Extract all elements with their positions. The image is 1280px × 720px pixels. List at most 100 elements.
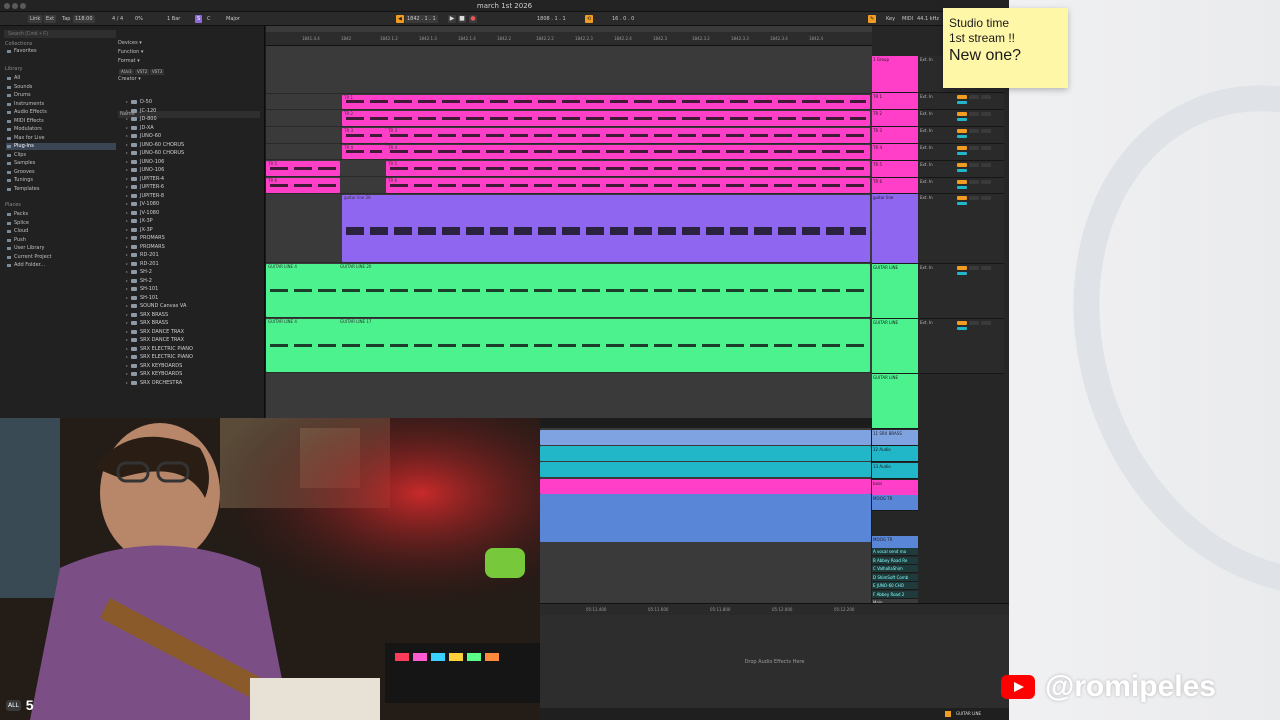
arm-button[interactable] (981, 266, 991, 270)
library-item[interactable]: Clips (6, 152, 116, 159)
volume-field[interactable] (957, 202, 967, 205)
audio-clip[interactable]: guitar line 26 (342, 195, 870, 262)
volume-field[interactable] (957, 135, 967, 138)
solo-button[interactable] (969, 266, 979, 270)
return-track-header[interactable]: B Abbey Road Re (872, 556, 918, 565)
plugin-list-item[interactable]: SRX ORCHESTRA (126, 379, 182, 387)
filter-devices[interactable]: Devices ▾ (118, 40, 142, 47)
library-item[interactable]: Modulators (6, 126, 116, 133)
plugin-list-item[interactable]: D-50 (126, 98, 152, 106)
audio-clip[interactable]: GUITAR LINE 4 (266, 264, 340, 317)
plugin-list-item[interactable]: PROMARS (126, 243, 165, 251)
plugin-list-item[interactable]: SH-2 (126, 277, 152, 285)
volume-field[interactable] (957, 118, 967, 121)
library-item[interactable]: MIDI Effects (6, 118, 116, 125)
places-item[interactable]: Cloud (6, 228, 116, 235)
loop-start[interactable]: 1808 . 1 . 1 (535, 15, 568, 23)
solo-button[interactable] (969, 112, 979, 116)
arm-button[interactable] (981, 95, 991, 99)
plugin-list-item[interactable]: JUNO-106 (126, 166, 164, 174)
track-activator-button[interactable] (957, 112, 967, 116)
return-track-header[interactable]: A vocal send ma (872, 548, 918, 556)
places-item[interactable]: User Library (6, 245, 116, 252)
track-header[interactable]: 1 Group (872, 56, 918, 93)
library-item[interactable]: Instruments (6, 101, 116, 108)
track-activator-button[interactable] (957, 95, 967, 99)
track-header[interactable]: MOOG TR (872, 495, 918, 511)
solo-button[interactable] (969, 129, 979, 133)
play-icon[interactable]: ▶ (448, 15, 456, 23)
audio-clip[interactable]: TR 1 (342, 95, 870, 109)
arrangement-track[interactable] (266, 46, 872, 94)
plugin-list-item[interactable]: RD-201 (126, 260, 159, 268)
library-item[interactable]: Sounds (6, 84, 116, 91)
filter-function[interactable]: Function ▾ (118, 49, 143, 56)
plugin-list-item[interactable]: JC-120 (126, 107, 156, 115)
library-item[interactable]: Grooves (6, 169, 116, 176)
audio-clip[interactable] (540, 446, 871, 461)
audio-clip[interactable] (540, 494, 871, 542)
track-header[interactable]: TR 1 (872, 93, 918, 110)
plugin-list-item[interactable]: JD-800 (126, 115, 157, 123)
track-header[interactable]: GUITAR LINE (872, 264, 918, 319)
audio-clip[interactable]: TR 2 (342, 111, 870, 126)
arm-button[interactable] (981, 163, 991, 167)
plugin-list-item[interactable]: SRX DANCE TRAX (126, 336, 184, 344)
track-activator-button[interactable] (957, 196, 967, 200)
plugin-list-item[interactable]: SRX DANCE TRAX (126, 328, 184, 336)
track-header[interactable]: GUITAR LINE (872, 319, 918, 374)
time-ruler[interactable]: 05:11.400 05:11.600 05:11.800 05:12.000 05:1… (540, 603, 1009, 615)
scale-mode[interactable]: Major (224, 15, 242, 23)
browser-search-input[interactable] (4, 30, 116, 38)
plugin-list-item[interactable]: SRX ELECTRIC PIANO (126, 353, 193, 361)
audio-clip[interactable]: GUITAR LINE 17 (338, 319, 870, 372)
audio-clip[interactable]: TR 4 (342, 145, 386, 159)
plugin-list-item[interactable]: JV-1080 (126, 209, 159, 217)
solo-button[interactable] (969, 321, 979, 325)
plugin-list-item[interactable]: SOUND Canvas VA (126, 302, 186, 310)
key-map-toggle[interactable]: ✎ (868, 15, 877, 23)
library-item[interactable]: Drums (6, 92, 116, 99)
volume-field[interactable] (957, 101, 967, 104)
audio-clip[interactable]: GUITAR LINE 4 (266, 319, 340, 372)
time-signature[interactable]: 4 / 4 (110, 15, 125, 23)
plugin-list-item[interactable]: SRX BRASS (126, 319, 168, 327)
arrangement-track[interactable]: TR 2 (266, 110, 872, 127)
return-track-header[interactable]: D ShimSoft Comb (872, 573, 918, 582)
arrangement-track[interactable]: TR 5 TR 5 (266, 160, 872, 177)
audio-clip[interactable]: TR 3 (386, 128, 870, 143)
record-icon[interactable]: ● (469, 15, 477, 23)
track-header[interactable]: TR 6 (872, 178, 918, 194)
library-item[interactable]: Max for Live (6, 135, 116, 142)
arm-button[interactable] (981, 321, 991, 325)
audio-clip[interactable] (540, 479, 871, 494)
track-header[interactable]: guitar line (872, 194, 918, 264)
filter-creator[interactable]: Creator ▾ (118, 76, 141, 83)
track-activator-button[interactable] (957, 321, 967, 325)
arm-button[interactable] (981, 180, 991, 184)
places-item[interactable]: Push (6, 237, 116, 244)
arrangement-track[interactable]: GUITAR LINE 4 GUITAR LINE 20 (266, 263, 872, 318)
plugin-list-item[interactable]: SRX ELECTRIC PIANO (126, 345, 193, 353)
library-item[interactable]: All (6, 75, 116, 82)
track-header[interactable]: 11 SRX BRASS (872, 430, 918, 446)
link-button[interactable]: Link (28, 15, 43, 23)
format-auv3[interactable]: AUv3 (119, 69, 134, 75)
return-track-header[interactable]: F Abbey Road 2 (872, 590, 918, 599)
library-item[interactable]: Tunings (6, 177, 116, 184)
collection-favorites[interactable]: Favorites (6, 48, 116, 55)
track-header[interactable]: TR 4 (872, 144, 918, 161)
solo-button[interactable] (969, 196, 979, 200)
library-item[interactable]: Templates (6, 186, 116, 193)
solo-button[interactable] (969, 146, 979, 150)
audio-clip[interactable] (540, 430, 871, 445)
arrangement-track[interactable]: TR 3 TR 3 (266, 127, 872, 144)
library-item[interactable]: Audio Effects (6, 109, 116, 116)
audio-clip[interactable]: TR 5 (266, 161, 340, 176)
volume-field[interactable] (957, 327, 967, 330)
arrangement-position[interactable]: 1842 . 1 . 1 (405, 15, 438, 23)
plugin-list-item[interactable]: RD-201 (126, 251, 159, 259)
plugin-list-item[interactable]: SRX KEYBOARDS (126, 370, 182, 378)
track-activator-button[interactable] (957, 129, 967, 133)
track-header[interactable]: GUITAR LINE (872, 374, 918, 429)
